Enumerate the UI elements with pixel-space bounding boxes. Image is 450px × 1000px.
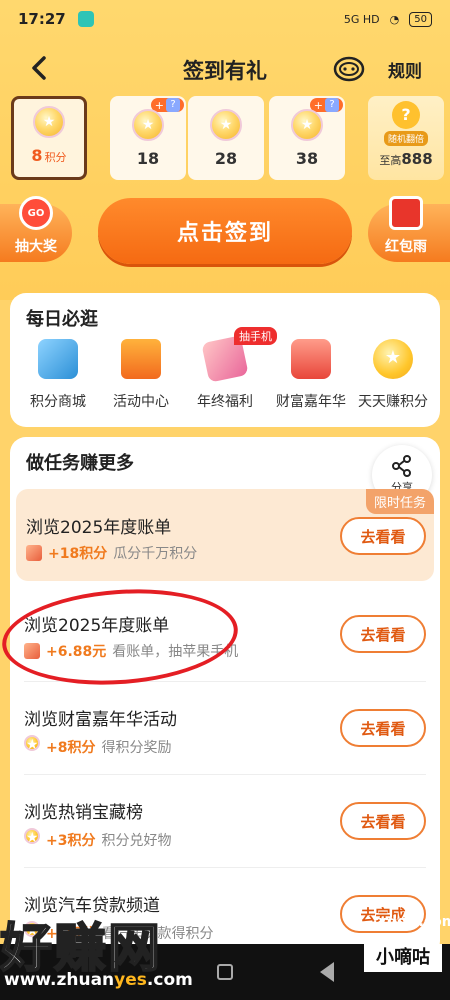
daily-item-points-mall[interactable]: 积分商城 xyxy=(15,339,101,411)
reward-desc: 积分兑好物 xyxy=(101,833,172,849)
day-value: 18 xyxy=(136,149,160,168)
status-time: 17:27 xyxy=(18,10,66,28)
daily-item-label: 活动中心 xyxy=(113,394,169,410)
go-view-button[interactable]: 去看看 xyxy=(340,517,426,555)
task-item: 浏览热销宝藏榜 +3积分 积分兑好物 去看看 xyxy=(10,774,440,866)
coin-icon xyxy=(210,109,242,141)
red-packet-rain-button[interactable]: 红包雨 xyxy=(368,196,450,262)
watermark-url: www.zhuanyes.com xyxy=(4,970,193,990)
go-view-button[interactable]: 去看看 xyxy=(340,709,426,747)
network-label: 5G HD xyxy=(343,12,380,26)
status-bar: 17:27 5G HD ◔ 50 xyxy=(0,0,450,38)
checkin-days: 8积分 +? 18 28 +? 38 ? 随机翻倍 至高888 xyxy=(0,96,450,182)
lucky-draw-label: 抽大奖 xyxy=(15,239,57,255)
day-card-2: +? 18 xyxy=(110,96,186,180)
back-triangle-icon[interactable] xyxy=(320,962,334,982)
chat-app-icon xyxy=(77,11,94,27)
phone-icon xyxy=(38,339,78,379)
go-view-button[interactable]: 去看看 xyxy=(340,615,426,653)
task-title: 浏览2025年度账单 xyxy=(26,518,172,538)
header: 签到有礼 规则 xyxy=(0,45,450,91)
lucky-draw-button[interactable]: GO 抽大奖 xyxy=(0,196,72,262)
hot-tag: 抽手机 xyxy=(234,327,277,345)
corner-watermark-url: xdglt.com xyxy=(378,914,450,930)
day-card-1: 8积分 xyxy=(11,96,87,180)
home-icon[interactable] xyxy=(217,964,233,980)
coin-icon xyxy=(291,109,323,141)
rules-link[interactable]: 规则 xyxy=(388,57,422,82)
day-card-3: 28 xyxy=(188,96,264,180)
daily-item-label: 财富嘉年华 xyxy=(276,394,346,410)
customer-service-icon[interactable] xyxy=(332,52,366,84)
day-value: 8 积分 xyxy=(31,146,67,165)
go-icon: GO xyxy=(19,196,53,230)
daily-items: 积分商城 活动中心 年终福利 财富嘉年华 天天赚积分 抽手机 xyxy=(10,327,440,419)
action-row: GO 抽大奖 点击签到 红包雨 xyxy=(0,196,450,272)
daily-item-year-end-benefits[interactable]: 年终福利 xyxy=(182,335,268,411)
limited-time-tag: 限时任务 xyxy=(365,489,434,514)
coin-icon xyxy=(373,339,413,379)
gift-icon xyxy=(121,339,161,379)
red-envelope-icon xyxy=(389,196,423,230)
task-item: 浏览财富嘉年华活动 +8积分 得积分奖励 去看看 xyxy=(10,681,440,773)
daily-item-label: 积分商城 xyxy=(30,394,86,410)
reward-desc: 瓜分千万积分 xyxy=(113,546,198,562)
daily-title: 每日必逛 xyxy=(26,309,98,330)
day-card-special: ? 随机翻倍 至高888 xyxy=(368,96,444,180)
task-title: 浏览热销宝藏榜 xyxy=(24,803,143,823)
wifi-icon: ◔ xyxy=(389,12,400,26)
reward-desc: 得积分奖励 xyxy=(101,740,172,756)
day-card-4: +? 38 xyxy=(269,96,345,180)
reward-amount: +8积分 xyxy=(46,740,96,756)
coin-icon xyxy=(24,828,40,844)
special-value: 至高888 xyxy=(379,150,433,168)
festival-icon xyxy=(291,339,331,379)
daily-item-wealth-carnival[interactable]: 财富嘉年华 xyxy=(268,339,354,411)
battery-icon: 50 xyxy=(409,11,432,27)
task-reward: +3积分 积分兑好物 xyxy=(24,828,171,852)
reward-amount: +18积分 xyxy=(48,546,108,562)
day-value: 28 xyxy=(214,149,238,168)
go-view-button[interactable]: 去看看 xyxy=(340,802,426,840)
checkin-button[interactable]: 点击签到 xyxy=(98,198,352,264)
daily-item-earn-points[interactable]: 天天赚积分 xyxy=(350,339,436,411)
day-value: 38 xyxy=(295,149,319,168)
task-title: 浏览财富嘉年华活动 xyxy=(24,710,177,730)
page-title: 签到有礼 xyxy=(183,59,267,83)
red-packet-rain-label: 红包雨 xyxy=(385,239,427,255)
tasks-panel: 做任务赚更多 分享 限时任务 浏览2025年度账单 +18积分 瓜分千万积分 去… xyxy=(10,437,440,957)
mystery-coin-icon: ? xyxy=(392,101,420,129)
bonus-badge: +? xyxy=(150,98,184,112)
task-reward: +8积分 得积分奖励 xyxy=(24,735,171,759)
task-item: 限时任务 浏览2025年度账单 +18积分 瓜分千万积分 去看看 xyxy=(16,489,434,581)
coin-icon xyxy=(24,735,40,751)
double-tag: 随机翻倍 xyxy=(383,131,428,146)
daily-item-label: 年终福利 xyxy=(197,394,253,410)
bonus-badge: +? xyxy=(309,98,343,112)
share-icon xyxy=(392,455,411,477)
daily-item-activity-center[interactable]: 活动中心 xyxy=(98,339,184,411)
daily-must-visit-panel: 每日必逛 积分商城 活动中心 年终福利 财富嘉年华 天天赚积分 抽手机 xyxy=(10,293,440,427)
corner-watermark-name: 小嘀咕 xyxy=(364,944,442,972)
coin-icon xyxy=(33,106,65,138)
status-indicators: 5G HD ◔ 50 xyxy=(343,11,432,27)
coin-icon xyxy=(132,109,164,141)
bill-icon xyxy=(26,545,42,561)
reward-amount: +3积分 xyxy=(46,833,96,849)
daily-item-label: 天天赚积分 xyxy=(358,394,428,410)
task-reward: +18积分 瓜分千万积分 xyxy=(26,543,197,563)
tasks-title: 做任务赚更多 xyxy=(26,453,134,474)
